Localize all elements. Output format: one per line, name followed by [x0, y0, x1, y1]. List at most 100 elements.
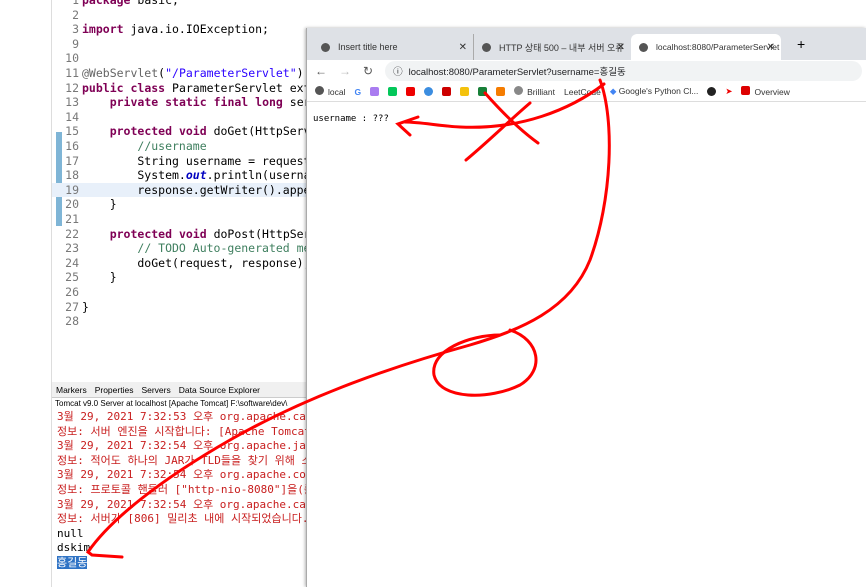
code-line: 12 public class ParameterServlet exte	[52, 80, 317, 96]
line-number: 24	[65, 255, 79, 270]
code-line: 14	[52, 110, 310, 125]
forward-icon[interactable]: →	[339, 64, 351, 78]
line-number: 25	[65, 270, 79, 285]
console-text: 3월 29, 2021 7:32:53 오후 org.apache.cat	[57, 410, 310, 423]
console-text: 3월 29, 2021 7:32:54 오후 org.apache.jas	[57, 439, 310, 453]
info-icon: ⓘ	[393, 67, 403, 78]
code-text: import java.io.IOException;	[82, 22, 269, 37]
code-line: 25 }	[52, 270, 310, 285]
code-line: 2	[52, 8, 310, 23]
globe-icon	[639, 42, 648, 52]
close-icon[interactable]: ✕	[459, 42, 467, 53]
address-bar-row: ← → ↻ ⓘ localhost:8080/ParameterServlet?u…	[307, 60, 866, 82]
line-number: 11	[65, 66, 79, 80]
code-text: protected void doPost(HttpServ	[109, 226, 318, 241]
eclipse-ide: 1 package basic; 2 3 import java.io.IOExcept…	[0, 0, 317, 587]
code-line: 1 package basic;	[52, 0, 310, 8]
browser-window: Insert title here ✕ HTTP 상태 500 – 내부 서버 오…	[306, 28, 866, 587]
code-text: }	[82, 197, 117, 212]
code-text: //username	[137, 139, 207, 153]
line-number: 13	[65, 95, 79, 110]
bookmark-leetcode[interactable]: LeetCode	[564, 87, 601, 97]
slides-icon[interactable]	[460, 87, 470, 96]
line-number: 12	[65, 80, 79, 95]
browser-tab-parameter-servlet[interactable]: localhost:8080/ParameterServlet ✕	[631, 34, 781, 60]
code-line: 21	[52, 212, 310, 227]
bookmark-local[interactable]: local	[315, 86, 345, 97]
code-line: 24 doGet(request, response);	[52, 256, 310, 271]
browser-tab-insert-title[interactable]: Insert title here ✕	[313, 34, 473, 60]
naver-icon[interactable]	[388, 87, 398, 96]
panel-tabs: Markers Properties Servers Data Source E…	[52, 382, 310, 398]
reload-icon[interactable]: ↻	[363, 64, 373, 78]
code-line: 3 import java.io.IOException;	[52, 22, 310, 37]
browser-tab-http-500[interactable]: HTTP 상태 500 – 내부 서버 오류 ✕	[473, 34, 631, 60]
back-icon[interactable]: ←	[315, 64, 327, 78]
tab-markers[interactable]: Markers	[56, 385, 87, 395]
code-text: @WebServlet("/ParameterServlet")	[82, 66, 304, 80]
line-number: 18	[65, 168, 79, 183]
code-line: 9	[52, 37, 310, 52]
new-tab-button[interactable]: +	[797, 36, 805, 52]
code-line: 26	[52, 285, 310, 300]
console-line: 정보: 서버 엔진을 시작합니다: [Apache Tomcat/	[57, 425, 310, 440]
console-line: dskim	[57, 541, 310, 556]
console-text: 3월 29, 2021 7:32:54 오후 org.apache.cat	[57, 497, 310, 511]
line-number: 14	[65, 109, 79, 124]
youtube-icon[interactable]	[406, 87, 416, 96]
line-number: 15	[65, 124, 79, 139]
console-line: 3월 29, 2021 7:32:54 오후 org.apache.cat	[57, 498, 310, 513]
line-number: 2	[72, 7, 79, 22]
bookmark-icon[interactable]	[424, 87, 434, 96]
console-text: 홍길동	[57, 555, 88, 569]
close-icon[interactable]: ✕	[617, 42, 625, 53]
google-icon[interactable]: G	[354, 87, 361, 97]
line-number: 19	[65, 182, 79, 197]
brilliant-icon	[514, 86, 524, 95]
globe-icon	[321, 42, 330, 52]
bookmark-overview[interactable]: Overview	[741, 86, 790, 97]
bookmark-icon[interactable]: ➤	[725, 86, 732, 97]
code-text: System.out.println(usernam	[82, 168, 318, 183]
code-text: package basic;	[82, 0, 179, 7]
netflix-icon[interactable]	[442, 87, 452, 96]
code-text: private static final long ser	[109, 95, 311, 110]
tab-properties[interactable]: Properties	[95, 385, 134, 395]
line-number: 22	[65, 226, 79, 241]
code-line: 16 //username	[52, 139, 310, 154]
line-number: 16	[65, 139, 79, 153]
line-number: 1	[72, 0, 79, 7]
close-icon[interactable]: ✕	[767, 42, 775, 53]
tab-data-source-explorer[interactable]: Data Source Explorer	[179, 385, 260, 395]
sheets-icon[interactable]	[478, 87, 488, 96]
code-text: response.getWriter().appen	[82, 182, 318, 197]
line-number: 28	[65, 314, 79, 329]
code-line: 10	[52, 51, 310, 66]
url-input[interactable]: ⓘ localhost:8080/ParameterServlet?usernam…	[385, 61, 862, 81]
bookmark-icon[interactable]	[370, 87, 380, 96]
bookmark-icon[interactable]	[496, 87, 506, 96]
code-line: 28	[52, 314, 310, 329]
bookmarks-bar: local G Brilliant LeetCode ◆ Google's Py…	[307, 82, 866, 102]
console-line: 정보: 서버가 [806] 밀리초 내에 시작되었습니다.	[57, 512, 310, 527]
console-text: 정보: 서버 엔진을 시작합니다: [Apache Tomcat/	[57, 424, 310, 438]
console-output[interactable]: 3월 29, 2021 7:32:53 오후 org.apache.cat 정보:…	[57, 410, 310, 571]
code-line: 17 String username = request	[52, 154, 310, 169]
code-text: String username = request	[82, 153, 311, 168]
globe-icon	[482, 42, 491, 52]
github-icon[interactable]	[707, 87, 717, 96]
console-text: dskim	[57, 541, 91, 555]
console-text: 정보: 프로토콜 핸들러 ["http-nio-8080"]을(를	[57, 482, 310, 496]
console-line: 정보: 적어도 하나의 JAR가 TLD들을 찾기 위해 스캔되	[57, 454, 310, 469]
line-number: 9	[72, 36, 79, 51]
line-number: 23	[65, 241, 79, 256]
tab-servers[interactable]: Servers	[141, 385, 170, 395]
bookmark-google-python[interactable]: ◆ Google's Python Cl...	[610, 86, 699, 97]
line-number: 3	[72, 22, 79, 37]
line-number: 17	[65, 153, 79, 168]
bookmark-brilliant[interactable]: Brilliant	[514, 86, 555, 97]
console-line: 정보: 프로토콜 핸들러 ["http-nio-8080"]을(를	[57, 483, 310, 498]
line-number: 10	[65, 51, 79, 66]
code-editor[interactable]: 1 package basic; 2 3 import java.io.IOExcept…	[52, 0, 317, 372]
console-text: 3월 29, 2021 7:32:54 오후 org.apache.coy	[57, 468, 310, 482]
